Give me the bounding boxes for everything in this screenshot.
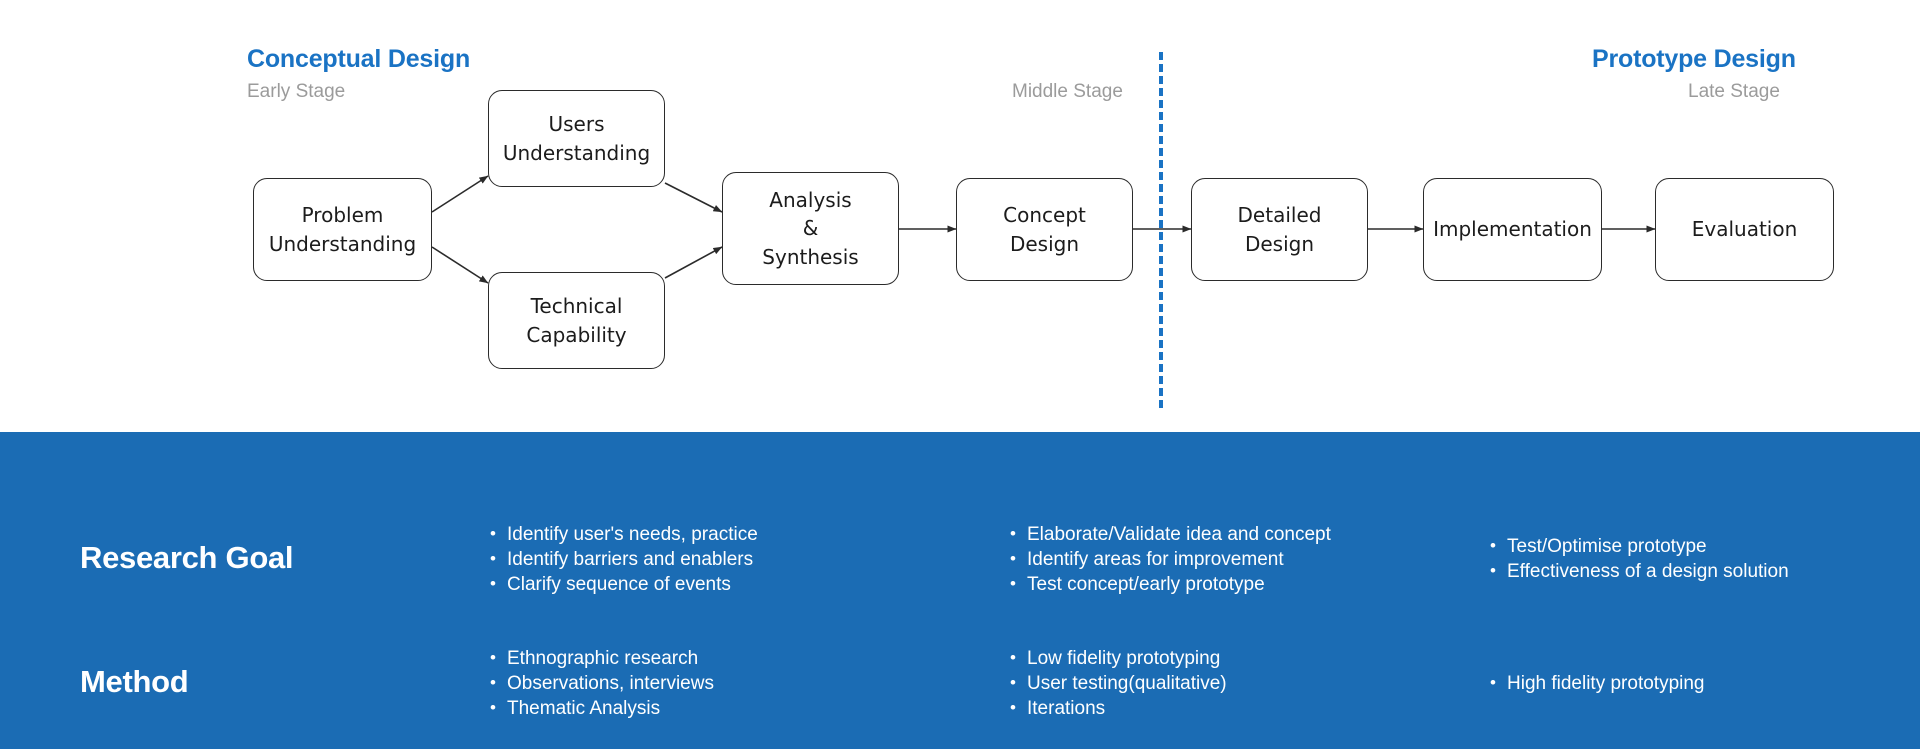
list-item: Clarify sequence of events — [490, 572, 758, 598]
list-item: Elaborate/Validate idea and concept — [1010, 522, 1331, 548]
list-item: Ethnographic research — [490, 646, 714, 672]
node-technical-capability[interactable]: Technical Capability — [488, 272, 665, 369]
node-implementation[interactable]: Implementation — [1423, 178, 1602, 281]
list-item: Thematic Analysis — [490, 696, 714, 722]
stage-divider-dashed-line — [1159, 52, 1163, 408]
list-item: Effectiveness of a design solution — [1490, 559, 1789, 585]
node-analysis-synthesis[interactable]: Analysis & Synthesis — [722, 172, 899, 285]
node-evaluation[interactable]: Evaluation — [1655, 178, 1834, 281]
design-process-diagram: Conceptual Design Early Stage Middle Sta… — [0, 0, 1920, 432]
research-goal-late-stage-list: Test/Optimise prototypeEffectiveness of … — [1490, 534, 1789, 585]
info-panel — [0, 432, 1920, 749]
node-users-understanding[interactable]: Users Understanding — [488, 90, 665, 187]
stage-label-middle: Middle Stage — [1012, 81, 1123, 102]
list-item: Observations, interviews — [490, 671, 714, 697]
row-label-research-goal: Research Goal — [80, 540, 294, 575]
method-early-stage-list: Ethnographic researchObservations, inter… — [490, 646, 714, 722]
stage-label-late: Late Stage — [1688, 81, 1780, 102]
diagram-root: Conceptual Design Early Stage Middle Sta… — [0, 0, 1920, 749]
list-item: Test concept/early prototype — [1010, 572, 1331, 598]
list-item: Identify barriers and enablers — [490, 547, 758, 573]
list-item: High fidelity prototyping — [1490, 671, 1705, 697]
research-goal-early-stage-list: Identify user's needs, practiceIdentify … — [490, 522, 758, 598]
list-item: Iterations — [1010, 696, 1227, 722]
list-item: Identify areas for improvement — [1010, 547, 1331, 573]
research-goal-middle-stage-list: Elaborate/Validate idea and conceptIdent… — [1010, 522, 1331, 598]
list-item: Test/Optimise prototype — [1490, 534, 1789, 560]
phase-title-conceptual-design: Conceptual Design — [247, 45, 471, 73]
list-item: User testing(qualitative) — [1010, 671, 1227, 697]
method-late-stage-list: High fidelity prototyping — [1490, 671, 1705, 697]
stage-label-early: Early Stage — [247, 81, 346, 102]
row-label-method: Method — [80, 664, 189, 699]
list-item: Identify user's needs, practice — [490, 522, 758, 548]
node-problem-understanding[interactable]: Problem Understanding — [253, 178, 432, 281]
list-item: Low fidelity prototyping — [1010, 646, 1227, 672]
phase-title-prototype-design: Prototype Design — [1592, 45, 1796, 73]
method-middle-stage-list: Low fidelity prototypingUser testing(qua… — [1010, 646, 1227, 722]
node-detailed-design[interactable]: Detailed Design — [1191, 178, 1368, 281]
node-concept-design[interactable]: Concept Design — [956, 178, 1133, 281]
